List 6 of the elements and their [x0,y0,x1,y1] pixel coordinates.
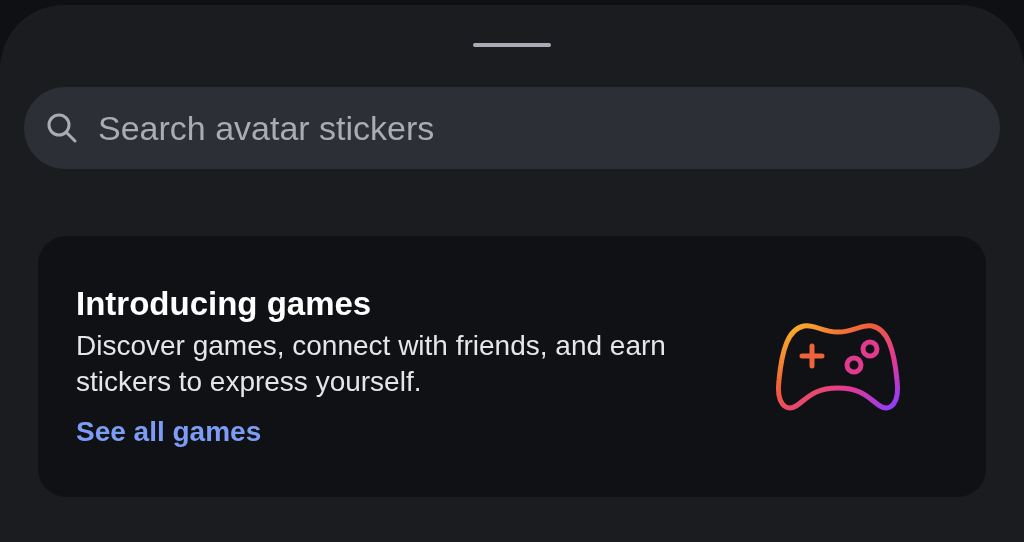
search-field[interactable]: Search avatar stickers [24,87,1000,169]
drag-handle[interactable] [473,43,551,47]
search-icon [46,112,78,144]
card-title: Introducing games [76,283,373,324]
see-all-games-link[interactable]: See all games [76,413,262,450]
card-description: Discover games, connect with friends, and earn stickers to express yourself. [76,328,667,399]
